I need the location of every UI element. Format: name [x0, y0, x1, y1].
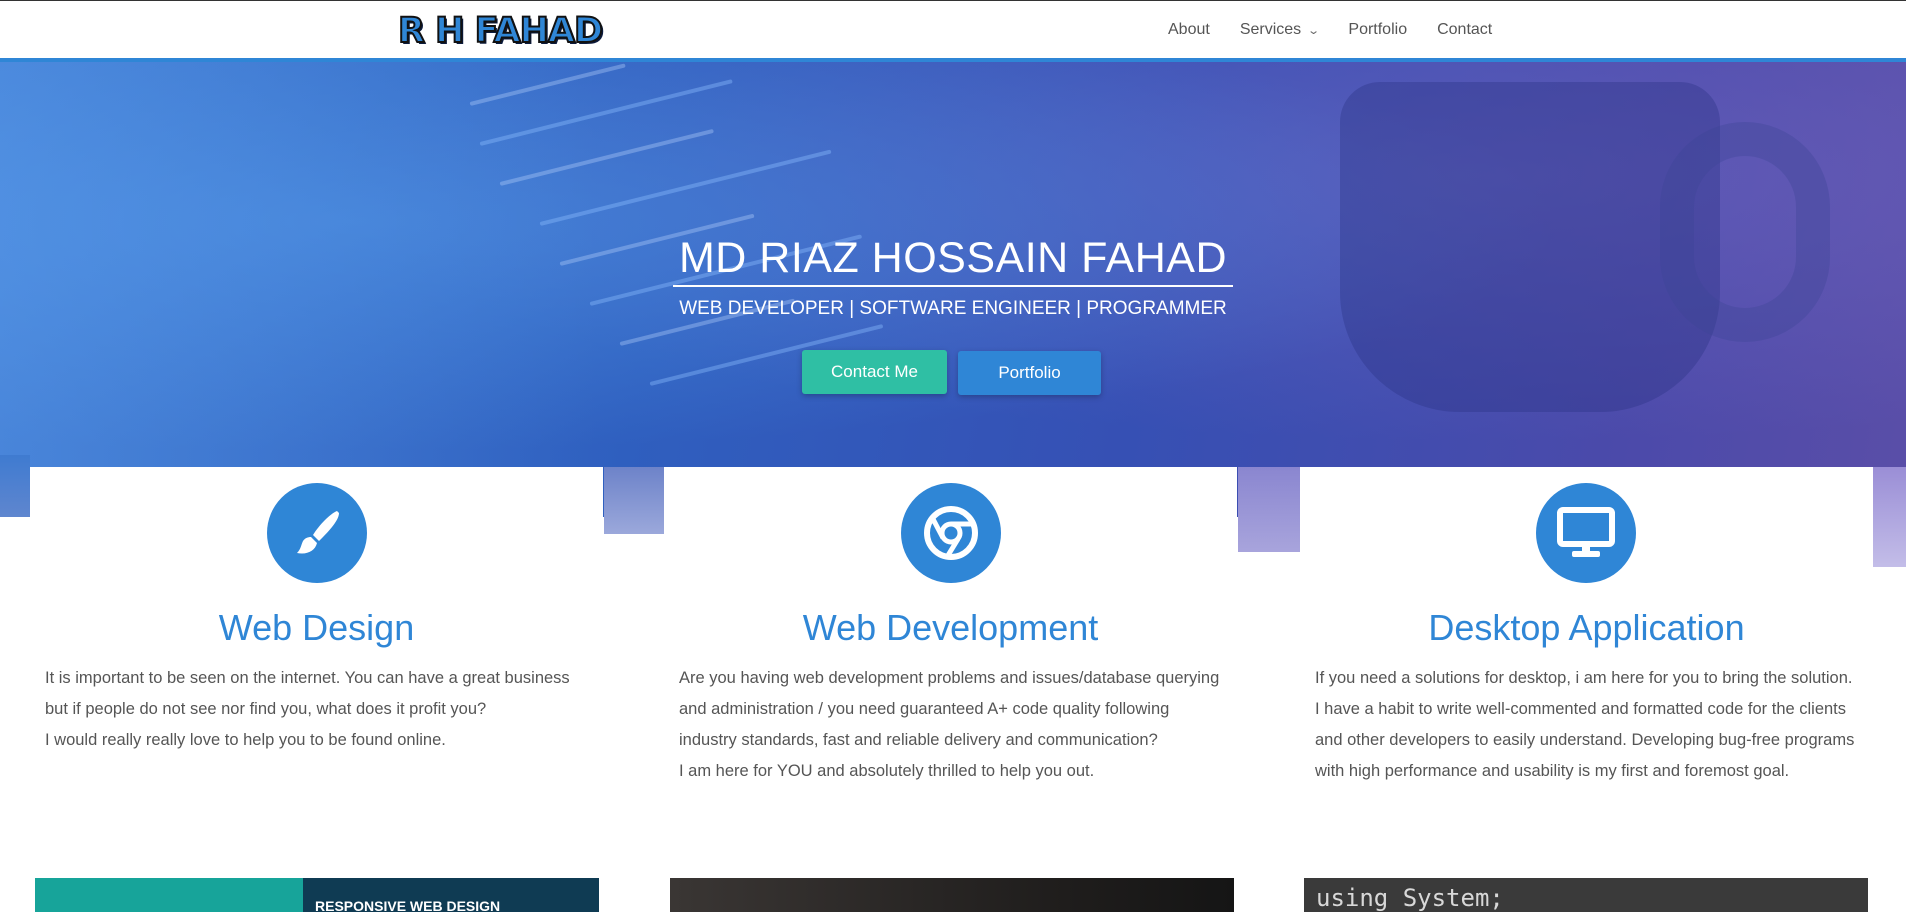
hero-subtitle: WEB DEVELOPER | SOFTWARE ENGINEER | PROG…: [679, 298, 1227, 319]
service-paragraph: Are you having web development problems …: [679, 669, 1220, 749]
nav-about[interactable]: About: [1168, 21, 1210, 39]
service-description: Are you having web development problems …: [679, 663, 1224, 787]
nav-contact-label: Contact: [1437, 21, 1493, 38]
nav-about-label: About: [1168, 21, 1210, 38]
nav-contact[interactable]: Contact: [1437, 21, 1492, 39]
portfolio-thumb-web-development[interactable]: [670, 878, 1234, 912]
service-description: It is important to be seen on the intern…: [45, 663, 590, 756]
portfolio-thumb-caption: RESPONSIVE WEB DESIGN: [303, 878, 599, 912]
contact-me-button[interactable]: Contact Me: [802, 350, 947, 394]
site-logo[interactable]: R H FAHAD: [397, 10, 604, 52]
chrome-icon: [901, 483, 1001, 583]
service-paragraph: I am here for YOU and absolutely thrille…: [679, 762, 1095, 780]
hero-edge: [1238, 467, 1300, 552]
portfolio-button[interactable]: Portfolio: [958, 351, 1101, 395]
paintbrush-icon: [267, 483, 367, 583]
hero-edge: [604, 467, 664, 534]
hero-title: MD RIAZ HOSSAIN FAHAD: [672, 234, 1234, 287]
service-paragraph: I would really really love to help you t…: [45, 731, 446, 749]
hero-edge: [1873, 467, 1906, 567]
hero-background-laptop: [0, 62, 600, 517]
service-card-web-design: Web Design It is important to be seen on…: [30, 467, 603, 912]
portfolio-thumb-responsive-web-design[interactable]: RESPONSIVE WEB DESIGN: [35, 878, 599, 912]
chevron-down-icon: ⌄: [1307, 24, 1321, 37]
service-card-desktop-application: Desktop Application If you need a soluti…: [1300, 467, 1873, 912]
nav-services[interactable]: Services ⌄: [1239, 21, 1321, 39]
service-paragraph: It is important to be seen on the intern…: [45, 669, 570, 718]
site-header: R H FAHAD About Services ⌄ Portfolio Cont…: [0, 0, 1906, 62]
nav-services-label: Services: [1239, 21, 1302, 38]
service-description: If you need a solutions for desktop, i a…: [1315, 663, 1860, 787]
service-paragraph: If you need a solutions for desktop, i a…: [1315, 669, 1853, 687]
hero-banner: MD RIAZ HOSSAIN FAHAD WEB DEVELOPER | SO…: [0, 62, 1906, 517]
service-title: Web Design: [218, 607, 415, 648]
desktop-icon: [1536, 483, 1636, 583]
main-nav: About Services ⌄ Portfolio Contact: [1168, 1, 1522, 59]
hero-edge: [0, 455, 30, 517]
nav-portfolio-label: Portfolio: [1348, 21, 1408, 38]
service-paragraph: I have a habit to write well-commented a…: [1315, 700, 1855, 780]
portfolio-thumb-desktop-code[interactable]: using System;: [1304, 878, 1868, 912]
service-title: Desktop Application: [1428, 607, 1745, 648]
nav-portfolio[interactable]: Portfolio: [1348, 21, 1407, 39]
hero-title-wrap: MD RIAZ HOSSAIN FAHAD: [0, 234, 1906, 287]
service-card-web-development: Web Development Are you having web devel…: [664, 467, 1237, 912]
service-title: Web Development: [802, 607, 1099, 648]
